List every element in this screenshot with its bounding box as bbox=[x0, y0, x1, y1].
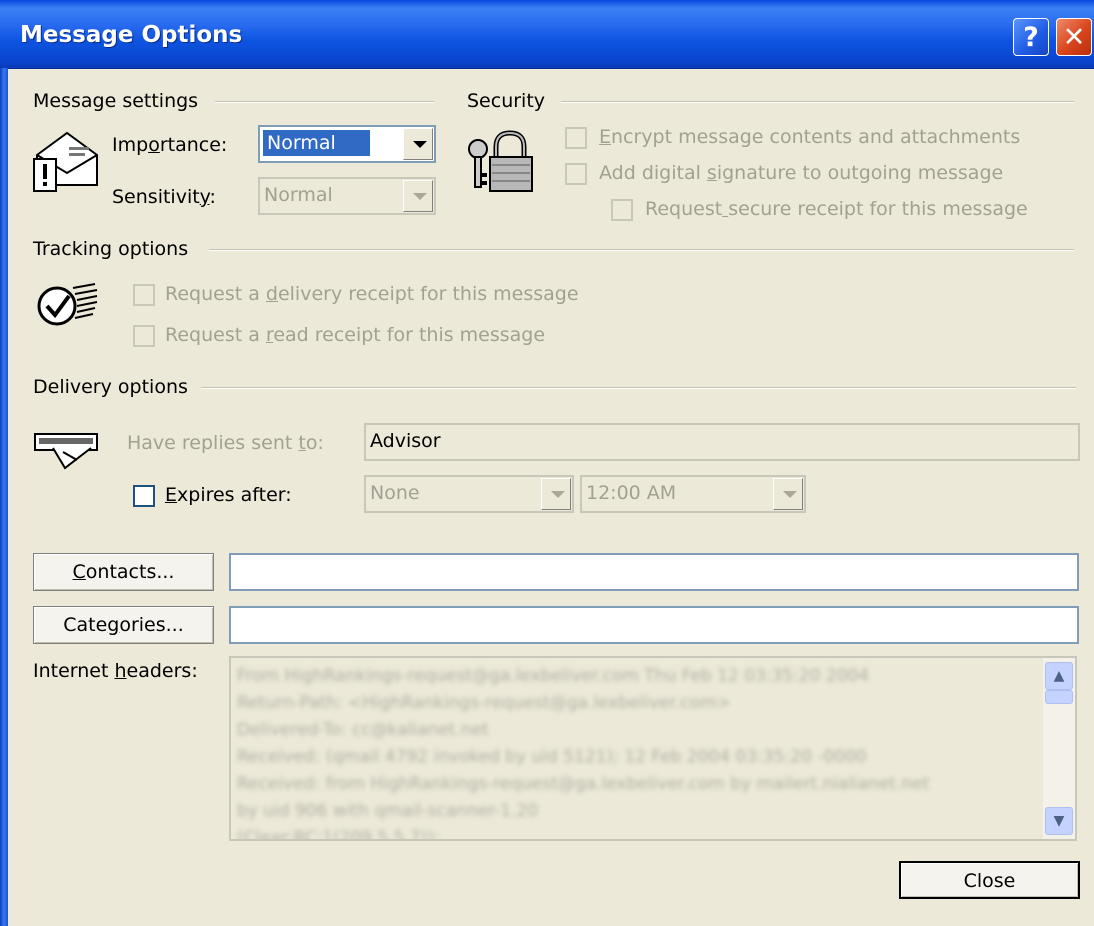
expires-checkbox[interactable] bbox=[133, 485, 155, 507]
header-line: Return-Path: <HighRankings-request@ga.le… bbox=[237, 693, 731, 713]
message-options-dialog: Message Options ? ✕ Message settings Imp… bbox=[0, 0, 1094, 926]
importance-label: Importance: bbox=[112, 134, 228, 156]
window-frame bbox=[0, 68, 8, 926]
digital-signature-label: Add digital signature to outgoing messag… bbox=[599, 162, 1004, 184]
internet-headers-textarea[interactable]: From HighRankings-request@ga.lexbeliver.… bbox=[229, 656, 1077, 841]
header-line: From HighRankings-request@ga.lexbeliver.… bbox=[237, 666, 870, 686]
expires-date-select[interactable]: None bbox=[364, 475, 574, 513]
group-divider bbox=[215, 101, 434, 103]
sensitivity-dropdown-button[interactable] bbox=[403, 180, 433, 212]
encrypt-label: Encrypt message contents and attachments bbox=[599, 126, 1021, 148]
envelope-importance-icon bbox=[33, 131, 98, 192]
header-line: Received: (qmail 4792 invoked by uid 512… bbox=[237, 747, 867, 767]
header-line: Delivered-To: cc@kalianet.net bbox=[237, 720, 489, 740]
delivery-hand-icon bbox=[34, 433, 98, 470]
sensitivity-label: Sensitivity: bbox=[112, 186, 216, 208]
read-receipt-label: Request a read receipt for this message bbox=[165, 324, 546, 346]
contacts-button[interactable]: Contacts... bbox=[33, 553, 214, 591]
contacts-field[interactable] bbox=[229, 553, 1079, 591]
group-divider bbox=[201, 387, 1076, 389]
categories-button[interactable]: Categories... bbox=[33, 606, 214, 644]
secure-receipt-checkbox[interactable] bbox=[611, 199, 633, 221]
delivery-receipt-label: Request a delivery receipt for this mess… bbox=[165, 283, 579, 305]
group-divider bbox=[561, 101, 1074, 103]
headers-scrollbar[interactable]: ▲ ▼ bbox=[1043, 658, 1075, 839]
replies-to-field[interactable]: Advisor bbox=[364, 423, 1080, 461]
internet-headers-label: Internet headers: bbox=[33, 660, 198, 682]
importance-select[interactable]: Normal bbox=[258, 125, 436, 163]
group-divider bbox=[209, 249, 1074, 251]
title-bar[interactable]: Message Options ? ✕ bbox=[0, 0, 1094, 69]
tracking-checkmark-icon bbox=[37, 283, 98, 326]
expires-time-select[interactable]: 12:00 AM bbox=[580, 475, 806, 513]
close-window-button[interactable]: ✕ bbox=[1056, 18, 1092, 56]
importance-dropdown-button[interactable] bbox=[403, 128, 433, 160]
expires-time-dropdown-button[interactable] bbox=[773, 478, 803, 510]
scroll-thumb[interactable] bbox=[1045, 690, 1073, 704]
sensitivity-select[interactable]: Normal bbox=[258, 177, 436, 215]
dialog-title: Message Options bbox=[20, 22, 243, 48]
categories-field[interactable] bbox=[229, 606, 1079, 644]
header-line: Received: from HighRankings-request@ga.l… bbox=[237, 774, 930, 794]
scroll-up-button[interactable]: ▲ bbox=[1045, 662, 1073, 690]
header-line: by uid 906 with qmail-scanner-1.20 bbox=[237, 801, 539, 821]
header-line: (Clear:RC:1(209.5.5.7)): bbox=[237, 828, 440, 841]
security-heading: Security bbox=[467, 90, 546, 112]
message-settings-heading: Message settings bbox=[33, 90, 199, 112]
secure-receipt-label: Request secure receipt for this message bbox=[645, 198, 1028, 220]
digital-signature-checkbox[interactable] bbox=[565, 163, 587, 185]
expires-date-dropdown-button[interactable] bbox=[541, 478, 571, 510]
encrypt-checkbox[interactable] bbox=[565, 127, 587, 149]
lock-key-icon bbox=[468, 130, 533, 192]
delivery-receipt-checkbox[interactable] bbox=[133, 284, 155, 306]
close-button[interactable]: Close bbox=[899, 861, 1080, 899]
help-button[interactable]: ? bbox=[1013, 18, 1049, 56]
expires-label: Expires after: bbox=[165, 484, 292, 506]
tracking-options-heading: Tracking options bbox=[33, 238, 189, 260]
replies-label: Have replies sent to: bbox=[127, 432, 324, 454]
read-receipt-checkbox[interactable] bbox=[133, 325, 155, 347]
scroll-down-button[interactable]: ▼ bbox=[1045, 807, 1073, 835]
delivery-options-heading: Delivery options bbox=[33, 376, 188, 398]
